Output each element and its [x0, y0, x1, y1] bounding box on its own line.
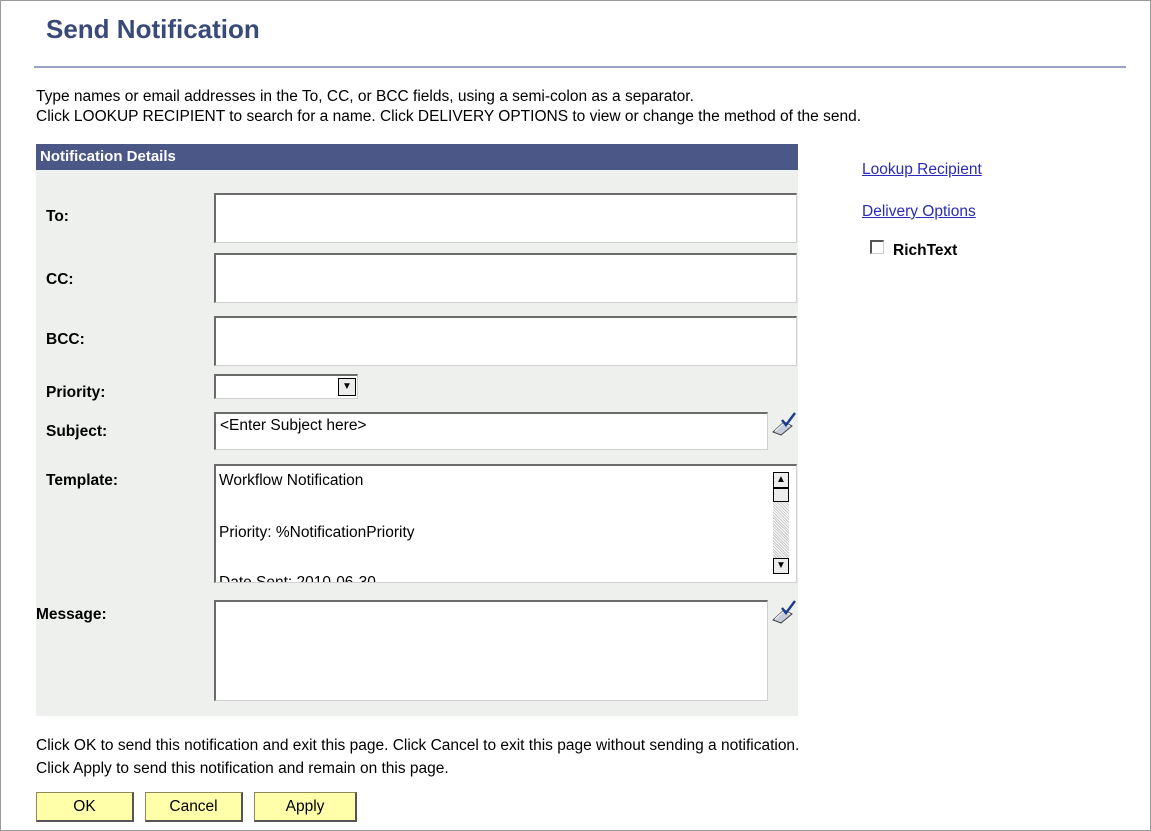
message-value: [216, 602, 767, 610]
subject-value: <Enter Subject here>: [220, 417, 367, 434]
instructions-line-2: Click LOOKUP RECIPIENT to search for a n…: [36, 108, 862, 125]
subject-field[interactable]: <Enter Subject here>: [214, 412, 768, 450]
cc-value: [216, 255, 796, 263]
richtext-label: RichText: [893, 242, 958, 259]
footer-line-1: Click OK to send this notification and e…: [36, 737, 800, 754]
to-field[interactable]: [214, 193, 797, 243]
arrow-down-icon[interactable]: ▼: [773, 558, 789, 574]
panel-header: Notification Details: [36, 144, 798, 170]
template-scrollbar[interactable]: ▲ ▼: [768, 466, 796, 582]
template-line-2: Priority: %NotificationPriority: [219, 524, 415, 541]
chevron-down-icon[interactable]: ▼: [338, 378, 356, 396]
page-title: Send Notification: [46, 14, 260, 44]
cc-field[interactable]: [214, 253, 797, 303]
footer-line-2: Click Apply to send this notification an…: [36, 760, 449, 777]
spellcheck-icon[interactable]: [770, 600, 796, 624]
subject-label: Subject:: [46, 423, 108, 440]
priority-value: [216, 376, 357, 380]
priority-select[interactable]: ▼: [214, 374, 358, 399]
spellcheck-icon[interactable]: [770, 412, 796, 436]
instructions-line-1: Type names or email addresses in the To,…: [36, 88, 694, 105]
template-line-3: Date Sent: 2010-06-30: [219, 574, 376, 583]
priority-label: Priority:: [46, 384, 106, 401]
to-value: [216, 195, 796, 203]
richtext-checkbox[interactable]: [870, 240, 884, 254]
message-textarea[interactable]: [214, 600, 768, 701]
bcc-value: [216, 318, 796, 326]
scroll-track[interactable]: [773, 502, 789, 558]
cancel-button[interactable]: Cancel: [145, 792, 243, 822]
ok-button[interactable]: OK: [36, 792, 134, 822]
template-line-1: Workflow Notification: [219, 472, 364, 489]
apply-button[interactable]: Apply: [254, 792, 357, 822]
delivery-options-link[interactable]: Delivery Options: [862, 203, 976, 221]
template-label: Template:: [46, 472, 119, 489]
template-textarea[interactable]: Workflow Notification Priority: %Notific…: [214, 464, 797, 583]
cc-label: CC:: [46, 271, 74, 288]
to-label: To:: [46, 208, 69, 225]
arrow-up-icon[interactable]: ▲: [773, 472, 789, 488]
message-label: Message:: [36, 606, 107, 623]
scroll-thumb[interactable]: [773, 488, 789, 502]
bcc-field[interactable]: [214, 316, 797, 366]
title-divider: [34, 66, 1126, 68]
lookup-recipient-link[interactable]: Lookup Recipient: [862, 161, 982, 179]
bcc-label: BCC:: [46, 331, 85, 348]
